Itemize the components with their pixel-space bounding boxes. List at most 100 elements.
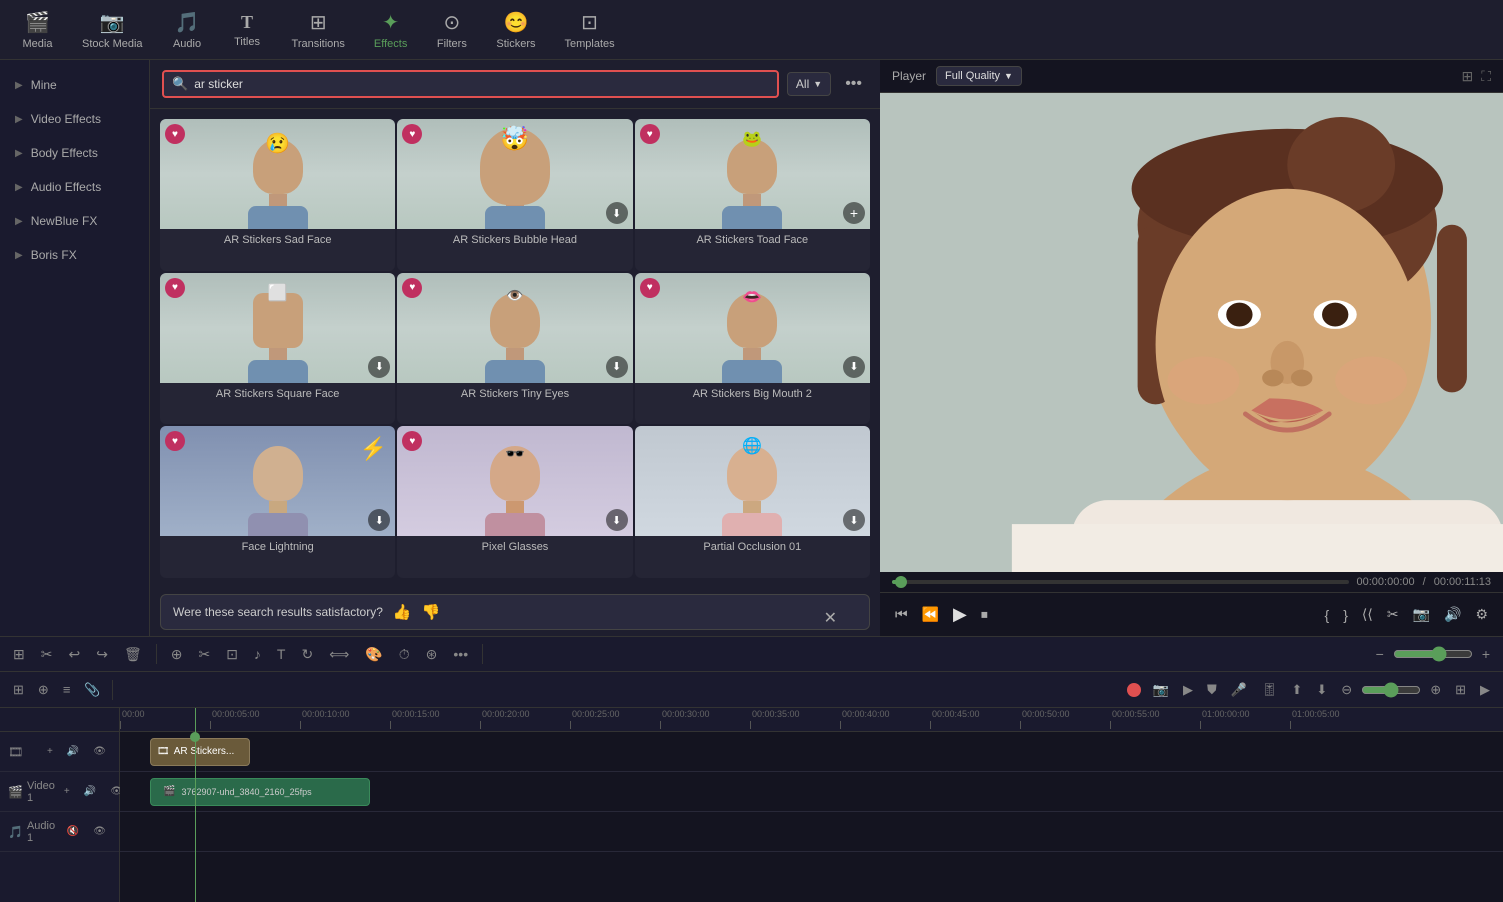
settings-button[interactable]: ⚙ bbox=[1472, 603, 1491, 626]
effect-tiny-eyes[interactable]: 👁️ ♥ ⬇ AR Stickers Tiny Eyes bbox=[397, 273, 632, 425]
effect-partial-occlusion[interactable]: 🌐 ⬇ Partial Occlusion 01 bbox=[635, 426, 870, 578]
toolbar-transitions[interactable]: ⊞ Transitions bbox=[280, 5, 357, 55]
download-badge[interactable]: ⬇ bbox=[606, 509, 628, 531]
toolbar-templates[interactable]: ⊡ Templates bbox=[552, 5, 626, 55]
toolbar-titles[interactable]: T Titles bbox=[220, 7, 275, 53]
track-visible-btn[interactable]: 👁 bbox=[88, 743, 111, 760]
tl-play2-button[interactable]: ▶ bbox=[1178, 679, 1198, 701]
zoom-out-button[interactable]: − bbox=[1371, 643, 1389, 665]
zoom-slider[interactable] bbox=[1393, 646, 1473, 662]
track-volume-btn2[interactable]: 🔊 bbox=[79, 783, 101, 800]
sidebar-body-effects-label: Body Effects bbox=[31, 146, 98, 160]
thumbs-down-button[interactable]: 👎 bbox=[422, 603, 441, 621]
effect-sad-face[interactable]: 😢 ♥ AR Stickers Sad Face bbox=[160, 119, 395, 271]
toolbar-audio[interactable]: 🎵 Audio bbox=[160, 5, 215, 55]
sidebar-item-audio-effects[interactable]: ▶ Audio Effects bbox=[0, 170, 149, 204]
stop-button[interactable]: ⏹ bbox=[978, 603, 991, 626]
stabilize-button[interactable]: ⊛ bbox=[421, 643, 443, 666]
rotate-button[interactable]: ↻ bbox=[296, 643, 318, 666]
redo-button[interactable]: ↪ bbox=[91, 643, 113, 666]
toolbar-stickers[interactable]: 😊 Stickers bbox=[484, 5, 547, 55]
text-button[interactable]: T bbox=[272, 643, 291, 665]
search-input-wrap[interactable]: 🔍 bbox=[162, 70, 779, 98]
video-clip[interactable]: 🎬 3762907-uhd_3840_2160_25fps bbox=[150, 778, 370, 806]
thumbs-up-button[interactable]: 👍 bbox=[393, 603, 412, 621]
playhead-top[interactable] bbox=[190, 732, 200, 742]
trim-button[interactable]: ✂ bbox=[36, 643, 58, 666]
effect-square-face[interactable]: ⬜ ♥ ⬇ AR Stickers Square Face bbox=[160, 273, 395, 425]
effect-pixel-glasses[interactable]: 🕶️ ♥ ⬇ Pixel Glasses bbox=[397, 426, 632, 578]
ar-sticker-clip[interactable]: 🎞 AR Stickers... bbox=[150, 738, 250, 766]
add-badge[interactable]: + bbox=[843, 202, 865, 224]
sidebar-item-boris-fx[interactable]: ▶ Boris FX bbox=[0, 238, 149, 272]
download-badge[interactable]: ⬇ bbox=[606, 202, 628, 224]
delete-button[interactable]: 🗑 bbox=[119, 643, 147, 666]
effect-face-lightning[interactable]: ⚡ ♥ ⬇ Face Lightning bbox=[160, 426, 395, 578]
more2-button[interactable]: ••• bbox=[448, 643, 473, 665]
tl-camera-button[interactable]: 📷 bbox=[1148, 679, 1174, 701]
toolbar-filters[interactable]: ⊙ Filters bbox=[424, 5, 479, 55]
timeline-tracks[interactable]: 00:00 00:00:05:00 00:00:10:00 00:00:15:0… bbox=[120, 708, 1503, 902]
tl-add-button[interactable]: ⊞ bbox=[8, 679, 29, 701]
play-button[interactable]: ▶ bbox=[950, 601, 970, 628]
mark-out-button[interactable]: } bbox=[1340, 604, 1351, 626]
tl-mic-button[interactable]: 🎤 bbox=[1226, 679, 1252, 701]
effect-big-mouth-2[interactable]: 👄 ♥ ⬇ AR Stickers Big Mouth 2 bbox=[635, 273, 870, 425]
undo-button[interactable]: ↩ bbox=[63, 643, 85, 666]
toolbar-media[interactable]: 🎬 Media bbox=[10, 5, 65, 55]
track-add-btn2[interactable]: + bbox=[59, 783, 75, 800]
sidebar-item-mine[interactable]: ▶ Mine bbox=[0, 68, 149, 102]
tl-import-button[interactable]: ⬇ bbox=[1311, 679, 1332, 701]
effect-bubble-head[interactable]: 🤯 ♥ ⬇ AR Stickers Bubble Head bbox=[397, 119, 632, 271]
add-track-button[interactable]: ⊞ bbox=[8, 643, 30, 666]
tl-zoom-in-button[interactable]: ⊕ bbox=[1425, 679, 1446, 701]
tl-expand-button[interactable]: ▶ bbox=[1475, 679, 1495, 701]
speed-button[interactable]: ⏱ bbox=[394, 643, 415, 666]
cut-button[interactable]: ✂ bbox=[193, 643, 215, 666]
tl-shield-button[interactable]: ⛊ bbox=[1202, 679, 1222, 701]
mark-in-button[interactable]: { bbox=[1322, 604, 1333, 626]
tl-tracks-button[interactable]: ≡ bbox=[58, 679, 76, 700]
flip-h-button[interactable]: ⟺ bbox=[324, 643, 354, 666]
effect-toad-face[interactable]: 🐸 ♥ + AR Stickers Toad Face bbox=[635, 119, 870, 271]
split-button[interactable]: ✂ bbox=[1384, 603, 1402, 626]
toolbar-effects[interactable]: ✦ Effects bbox=[362, 5, 419, 55]
music-button[interactable]: ♪ bbox=[249, 643, 266, 665]
fullscreen-icon[interactable]: ⛶ bbox=[1481, 68, 1491, 85]
track-visible-btn3[interactable]: 👁 bbox=[88, 823, 111, 840]
track-add-btn[interactable]: + bbox=[42, 743, 58, 760]
filter-dropdown[interactable]: All ▼ bbox=[787, 72, 831, 96]
grid-view-icon[interactable]: ⊞ bbox=[1461, 68, 1473, 85]
tl-group-button[interactable]: ⊕ bbox=[33, 679, 54, 701]
tl-clip-button[interactable]: 📎 bbox=[79, 679, 105, 701]
prev-frame-button[interactable]: ⟨⟨ bbox=[1359, 603, 1376, 626]
color-button[interactable]: 🎨 bbox=[360, 643, 387, 666]
close-satisfaction-button[interactable]: ✕ bbox=[812, 600, 849, 636]
download-badge[interactable]: ⬇ bbox=[843, 356, 865, 378]
track-mute-btn[interactable]: 🔇 bbox=[62, 823, 84, 840]
tl-zoom-slider[interactable] bbox=[1361, 682, 1421, 698]
progress-track[interactable] bbox=[892, 580, 1349, 584]
group-button[interactable]: ⊕ bbox=[166, 643, 188, 666]
skip-back-button[interactable]: ⏮ bbox=[892, 603, 911, 626]
snapshot-button[interactable]: 📷 bbox=[1410, 603, 1433, 626]
download-badge[interactable]: ⬇ bbox=[368, 356, 390, 378]
tl-tracks2-button[interactable]: 🎚 bbox=[1256, 679, 1283, 701]
quality-select[interactable]: Full Quality ▼ bbox=[936, 66, 1022, 86]
sidebar-item-video-effects[interactable]: ▶ Video Effects bbox=[0, 102, 149, 136]
tl-grid-button[interactable]: ⊞ bbox=[1450, 679, 1471, 701]
track-volume-btn[interactable]: 🔊 bbox=[62, 743, 84, 760]
tl-zoom-out-button[interactable]: ⊖ bbox=[1336, 679, 1357, 701]
sidebar-item-body-effects[interactable]: ▶ Body Effects bbox=[0, 136, 149, 170]
search-input[interactable] bbox=[194, 77, 769, 91]
track-label-effect: 🎞 + 🔊 👁 bbox=[0, 732, 119, 772]
zoom-in-button[interactable]: + bbox=[1477, 643, 1495, 665]
volume-button[interactable]: 🔊 bbox=[1441, 603, 1464, 626]
download-badge[interactable]: ⬇ bbox=[606, 356, 628, 378]
crop-button[interactable]: ⊡ bbox=[221, 643, 243, 666]
step-back-button[interactable]: ⏪ bbox=[919, 603, 942, 626]
tl-export-button[interactable]: ⬆ bbox=[1286, 679, 1307, 701]
toolbar-stock-media[interactable]: 📷 Stock Media bbox=[70, 5, 155, 55]
more-button[interactable]: ••• bbox=[839, 73, 868, 95]
sidebar-item-newblue-fx[interactable]: ▶ NewBlue FX bbox=[0, 204, 149, 238]
